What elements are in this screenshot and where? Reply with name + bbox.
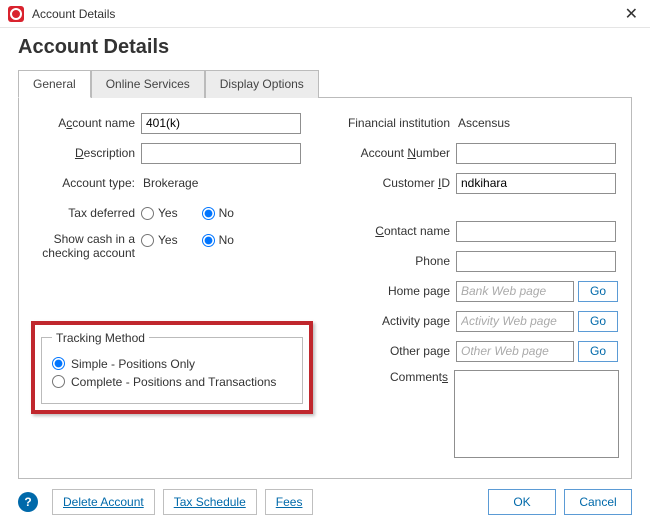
activity-page-input[interactable] — [456, 311, 574, 332]
tax-deferred-label: Tax deferred — [31, 206, 141, 220]
account-number-label: Account Number — [344, 146, 456, 160]
tab-panel-general: Account name Description Account type: B… — [18, 97, 632, 479]
customer-id-input[interactable] — [456, 173, 616, 194]
account-name-label: Account name — [31, 116, 141, 130]
other-page-go-button[interactable]: Go — [578, 341, 618, 362]
column-right: Financial institution Ascensus Account N… — [344, 112, 619, 466]
other-page-input[interactable] — [456, 341, 574, 362]
account-type-value: Brokerage — [141, 176, 198, 190]
delete-account-button[interactable]: Delete Account — [52, 489, 155, 515]
tab-display-options[interactable]: Display Options — [205, 70, 319, 98]
tracking-simple[interactable]: Simple - Positions Only — [52, 357, 292, 371]
tracking-method-legend: Tracking Method — [52, 331, 149, 345]
column-left: Account name Description Account type: B… — [31, 112, 336, 466]
other-page-label: Other page — [344, 344, 456, 358]
home-page-go-button[interactable]: Go — [578, 281, 618, 302]
show-cash-yes[interactable]: Yes — [141, 233, 178, 247]
contact-name-input[interactable] — [456, 221, 616, 242]
titlebar: Account Details ✕ — [0, 0, 650, 28]
page-title: Account Details — [18, 36, 632, 59]
tabstrip: General Online Services Display Options — [0, 63, 650, 97]
cancel-button[interactable]: Cancel — [564, 489, 632, 515]
help-icon[interactable]: ? — [18, 492, 38, 512]
comments-label: Comments — [344, 370, 454, 384]
tracking-method-fieldset: Tracking Method Simple - Positions Only … — [41, 331, 303, 404]
description-input[interactable] — [141, 143, 301, 164]
account-name-input[interactable] — [141, 113, 301, 134]
tab-general[interactable]: General — [18, 70, 91, 98]
tab-online-services[interactable]: Online Services — [91, 70, 205, 98]
tax-deferred-no[interactable]: No — [202, 206, 234, 220]
home-page-label: Home page — [344, 284, 456, 298]
footer: ? Delete Account Tax Schedule Fees OK Ca… — [0, 479, 650, 525]
phone-input[interactable] — [456, 251, 616, 272]
close-icon[interactable]: ✕ — [621, 4, 642, 24]
home-page-input[interactable] — [456, 281, 574, 302]
comments-textarea[interactable] — [454, 370, 619, 458]
activity-page-label: Activity page — [344, 314, 456, 328]
window-title: Account Details — [32, 7, 115, 21]
description-label: Description — [31, 146, 141, 160]
tax-deferred-yes[interactable]: Yes — [141, 206, 178, 220]
header: Account Details — [0, 28, 650, 63]
customer-id-label: Customer ID — [344, 176, 456, 190]
contact-name-label: Contact name — [344, 224, 456, 238]
fees-button[interactable]: Fees — [265, 489, 314, 515]
financial-institution-label: Financial institution — [344, 116, 456, 130]
tax-schedule-button[interactable]: Tax Schedule — [163, 489, 257, 515]
activity-page-go-button[interactable]: Go — [578, 311, 618, 332]
show-cash-no[interactable]: No — [202, 233, 234, 247]
phone-label: Phone — [344, 254, 456, 268]
tracking-method-highlight: Tracking Method Simple - Positions Only … — [31, 321, 313, 414]
ok-button[interactable]: OK — [488, 489, 556, 515]
tracking-complete[interactable]: Complete - Positions and Transactions — [52, 375, 292, 389]
financial-institution-value: Ascensus — [456, 116, 510, 130]
app-icon — [8, 6, 24, 22]
account-type-label: Account type: — [31, 176, 141, 190]
show-cash-label: Show cash in a checking account — [31, 232, 141, 261]
account-number-input[interactable] — [456, 143, 616, 164]
